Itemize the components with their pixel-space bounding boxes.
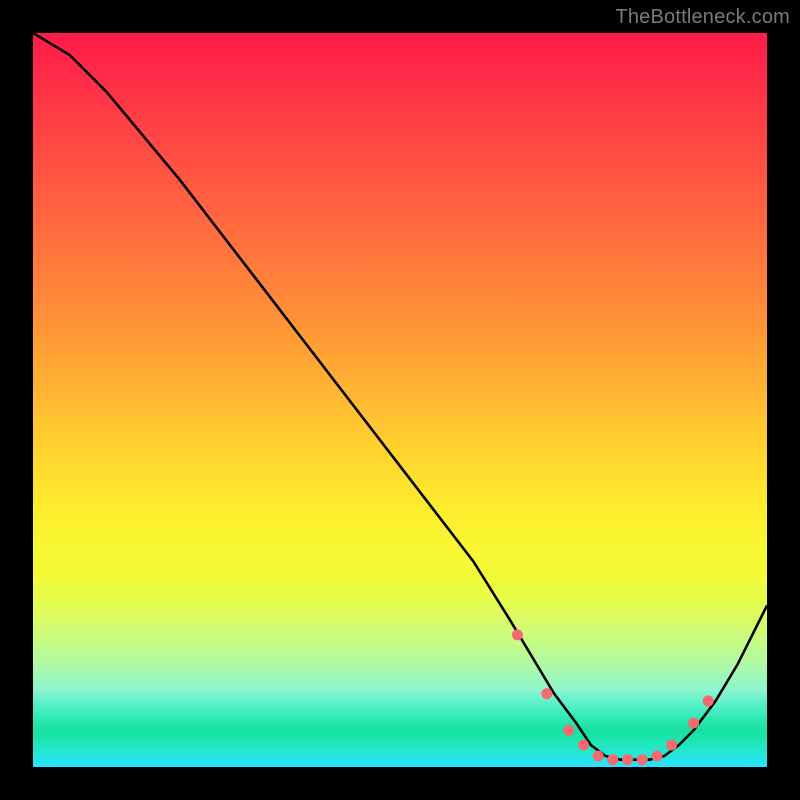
marker-dot — [688, 717, 699, 728]
marker-dot — [512, 629, 523, 640]
marker-dot — [651, 750, 662, 761]
marker-dot — [593, 750, 604, 761]
marker-dot — [622, 754, 633, 765]
marker-dot — [637, 754, 648, 765]
marker-dot — [563, 725, 574, 736]
chart-frame: TheBottleneck.com — [0, 0, 800, 800]
marker-dot — [666, 739, 677, 750]
marker-dot — [703, 695, 714, 706]
marker-dot — [607, 754, 618, 765]
marker-dot — [578, 739, 589, 750]
attribution-text: TheBottleneck.com — [615, 6, 790, 29]
bottleneck-curve — [33, 33, 767, 760]
chart-svg — [33, 33, 767, 767]
marker-dot — [541, 688, 552, 699]
marker-group — [512, 629, 714, 765]
chart-plot-area — [33, 33, 767, 767]
